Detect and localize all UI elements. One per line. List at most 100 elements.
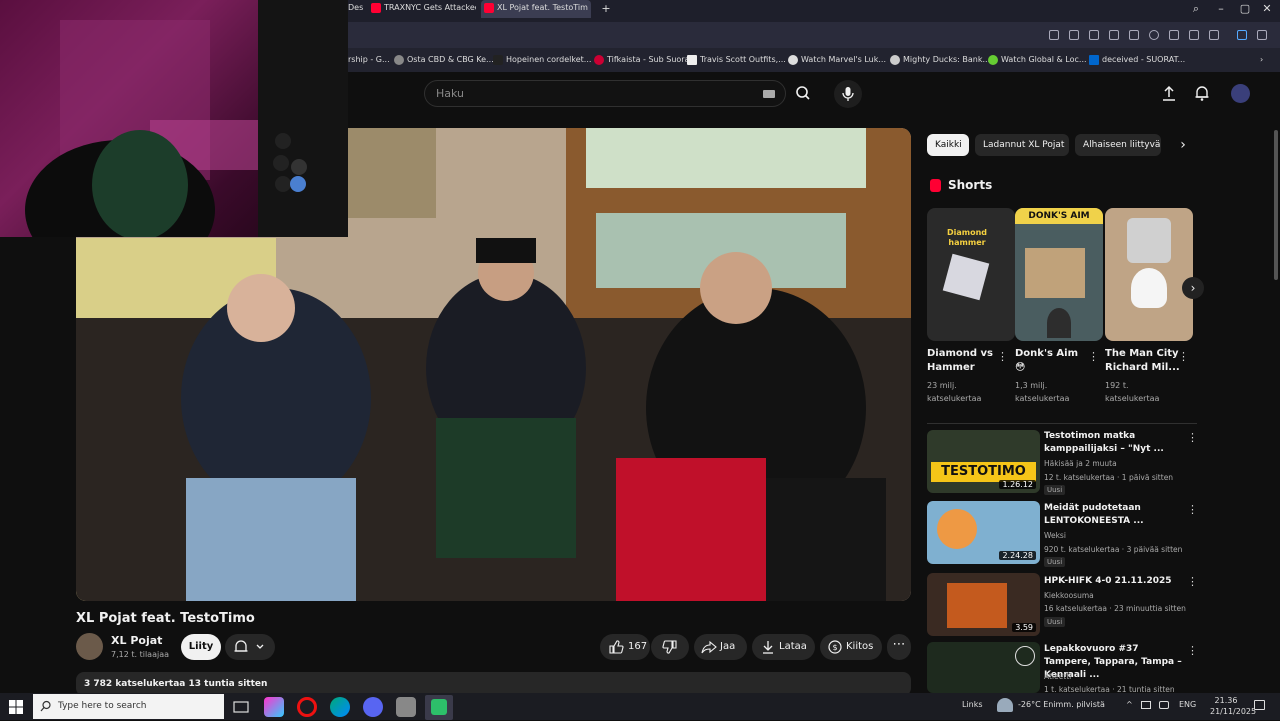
recommended-thumbnail[interactable] [927, 642, 1040, 693]
edit-icon[interactable] [1049, 30, 1059, 40]
voice-search-button[interactable] [834, 80, 862, 108]
shield-icon[interactable] [1089, 30, 1099, 40]
edge-icon[interactable] [330, 697, 350, 717]
app-icon-1[interactable] [264, 697, 284, 717]
bookmark-item[interactable]: Mighty Ducks: Bank... [890, 48, 990, 72]
share-button[interactable]: Jaa [694, 634, 747, 660]
start-button[interactable] [8, 699, 24, 715]
recommended-channel[interactable]: Kiekkoosuma [1044, 591, 1094, 600]
microphone-icon [842, 87, 854, 101]
clock[interactable]: 21.36 21/11/2025 [1210, 695, 1256, 717]
search-input[interactable]: Haku [424, 80, 786, 107]
bookmark-item[interactable]: deceived - SUORAT... [1089, 48, 1185, 72]
search-button[interactable] [786, 80, 820, 107]
vpn-icon[interactable] [1237, 30, 1247, 40]
video-title: XL Pojat feat. TestoTimo [76, 611, 255, 626]
recommended-title[interactable]: HPK-HIFK 4-0 21.11.2025 [1044, 575, 1184, 588]
thumbs-up-icon [609, 640, 624, 654]
address-bar[interactable] [348, 22, 1280, 48]
chip-all[interactable]: Kaikki [927, 134, 969, 156]
opera-icon[interactable] [297, 697, 317, 717]
short-thumbnail[interactable]: DONK'S AIM [1015, 208, 1103, 341]
dislike-button[interactable] [651, 634, 689, 660]
menu-icon[interactable] [1189, 30, 1199, 40]
recommended-channel[interactable]: Weksi [1044, 531, 1066, 540]
short-title[interactable]: The Man City Richard Mil... [1105, 347, 1181, 375]
more-vert-icon[interactable]: ⋮ [1187, 644, 1198, 658]
recommended-thumbnail[interactable]: 3.59 [927, 573, 1040, 636]
bookmarks-overflow-icon[interactable]: › [1260, 48, 1263, 72]
active-app-button[interactable] [425, 695, 453, 720]
weather-icon[interactable] [997, 698, 1013, 712]
taskbar-search-input[interactable]: Type here to search [33, 694, 224, 719]
bookmark-item[interactable]: Watch Global & Loc... [988, 48, 1087, 72]
network-icon[interactable] [1141, 701, 1151, 709]
settings-icon[interactable] [1257, 30, 1267, 40]
language-indicator[interactable]: ENG [1179, 700, 1196, 709]
app-icon-2[interactable] [396, 697, 416, 717]
like-button[interactable]: 167 [600, 634, 650, 660]
new-tab-icon[interactable]: + [597, 2, 615, 16]
camera-icon[interactable] [1069, 30, 1079, 40]
search-tabs-icon[interactable]: ⌕ [1187, 2, 1205, 16]
maximize-icon[interactable]: ▢ [1236, 2, 1254, 16]
notification-center-icon[interactable] [1254, 700, 1265, 710]
play-icon[interactable] [1129, 30, 1139, 40]
battery-icon[interactable] [1159, 701, 1169, 709]
streamer-image [1047, 308, 1071, 338]
chip-uploaded-by[interactable]: Ladannut XL Pojat [975, 134, 1069, 156]
shorts-next-icon[interactable]: › [1182, 277, 1204, 299]
short-thumbnail[interactable] [1105, 208, 1193, 341]
links-toolbar[interactable]: Links [962, 700, 983, 709]
chip-related[interactable]: Alhaiseen liittyvä [1075, 134, 1161, 156]
chips-next-icon[interactable]: › [1173, 135, 1193, 155]
join-button[interactable]: Liity [181, 634, 221, 660]
more-vert-icon[interactable]: ⋮ [1187, 503, 1198, 517]
recommended-thumbnail[interactable]: TESTOTIMO 1.26.12 [927, 430, 1040, 493]
thanks-button[interactable]: $ Kiitos [820, 634, 882, 660]
recommended-thumbnail[interactable]: 2.24.28 [927, 501, 1040, 564]
recommended-channel[interactable]: Atleetti [1044, 672, 1071, 681]
bookmark-item[interactable]: Tifkaista - Sub Suora [594, 48, 689, 72]
short-thumbnail[interactable]: Diamond hammer [927, 208, 1015, 341]
upload-button[interactable] [1160, 84, 1178, 102]
tab-xl-pojat[interactable]: XL Pojat feat. TestoTim [481, 0, 591, 18]
lock-icon[interactable] [1209, 30, 1219, 40]
notifications-button[interactable] [1193, 84, 1211, 102]
more-vert-icon[interactable]: ⋮ [1187, 575, 1198, 589]
bookmark-item[interactable]: Osta CBD & CBG Ke... [394, 48, 494, 72]
minimize-icon[interactable]: – [1212, 2, 1230, 16]
more-actions-button[interactable]: ⋯ [887, 634, 911, 660]
discord-icon[interactable] [363, 697, 383, 717]
weather-text[interactable]: -26°C Enimm. pilvistä [1018, 700, 1105, 709]
recommended-channel[interactable]: Häkisää ja 2 muuta [1044, 459, 1117, 468]
extension-icon[interactable] [1109, 30, 1119, 40]
subscription-bell-button[interactable] [225, 634, 275, 660]
tab-des[interactable]: Des [348, 0, 364, 18]
scrollbar-thumb[interactable] [1274, 130, 1278, 280]
channel-name[interactable]: XL Pojat [111, 634, 162, 647]
account-avatar[interactable] [1231, 84, 1250, 103]
channel-avatar[interactable] [76, 633, 103, 660]
more-vert-icon[interactable]: ⋮ [997, 350, 1008, 364]
bookmark-item[interactable]: Travis Scott Outfits,... [687, 48, 786, 72]
tab-traxnyc[interactable]: TRAXNYC Gets Attacked I [368, 0, 476, 18]
keyboard-icon[interactable] [763, 90, 775, 98]
more-vert-icon[interactable]: ⋮ [1088, 350, 1099, 364]
task-view-icon[interactable] [231, 697, 251, 717]
recommended-title[interactable]: Testotimon matka kamppailijaksi – "Nyt .… [1044, 430, 1184, 456]
short-title[interactable]: Donk's Aim 😳 [1015, 347, 1091, 375]
short-title[interactable]: Diamond vs Hammer [927, 347, 1003, 375]
bookmark-item[interactable]: rship - G... [348, 48, 390, 72]
more-vert-icon[interactable]: ⋮ [1178, 350, 1189, 364]
tray-overflow-icon[interactable]: ^ [1126, 700, 1133, 709]
bookmark-item[interactable]: Hopeinen cordelket... [493, 48, 591, 72]
heart-icon[interactable] [1149, 30, 1159, 40]
download-icon[interactable] [1169, 30, 1179, 40]
bookmark-item[interactable]: Watch Marvel's Luk... [788, 48, 886, 72]
more-vert-icon[interactable]: ⋮ [1187, 431, 1198, 445]
new-badge: Uusi [1044, 557, 1066, 567]
recommended-title[interactable]: Meidät pudotetaan LENTOKONEESTA ... [1044, 502, 1184, 528]
download-button[interactable]: Lataa [752, 634, 815, 660]
close-window-icon[interactable]: ✕ [1258, 2, 1276, 16]
